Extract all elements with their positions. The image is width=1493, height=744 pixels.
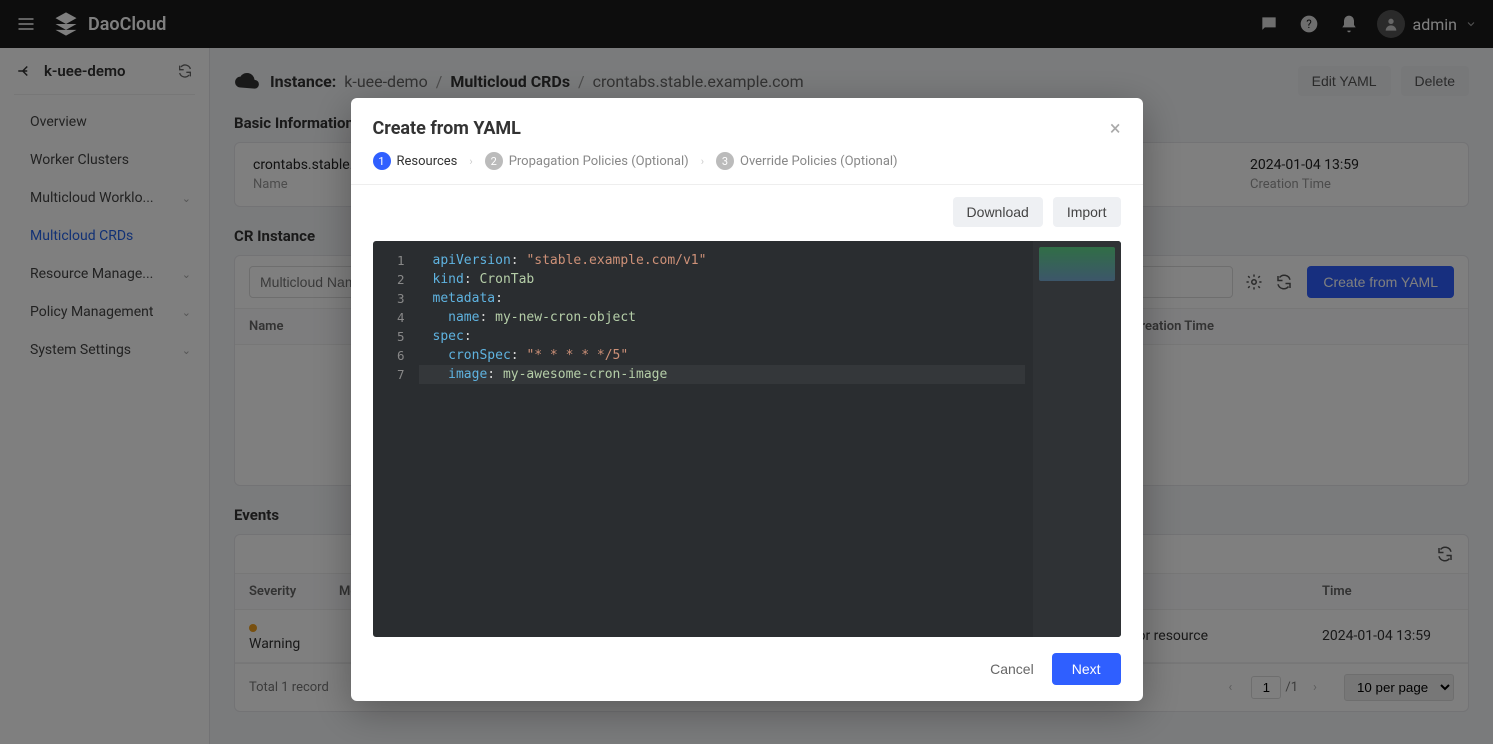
step-override[interactable]: 3Override Policies (Optional) [716,152,898,170]
step-propagation[interactable]: 2Propagation Policies (Optional) [485,152,689,170]
step-resources[interactable]: 1Resources [373,152,458,170]
next-button[interactable]: Next [1052,653,1121,685]
import-button[interactable]: Import [1053,197,1121,227]
chevron-right-icon: › [701,155,704,168]
editor-minimap[interactable] [1033,241,1121,637]
modal-title: Create from YAML [373,118,521,139]
create-yaml-modal: Create from YAML × 1Resources › 2Propaga… [351,98,1143,701]
modal-steps: 1Resources › 2Propagation Policies (Opti… [351,152,1143,185]
chevron-right-icon: › [469,155,472,168]
yaml-editor[interactable]: 1234567 apiVersion: "stable.example.com/… [373,241,1121,637]
cancel-button[interactable]: Cancel [990,661,1034,677]
download-button[interactable]: Download [953,197,1043,227]
close-icon[interactable]: × [1110,116,1121,140]
